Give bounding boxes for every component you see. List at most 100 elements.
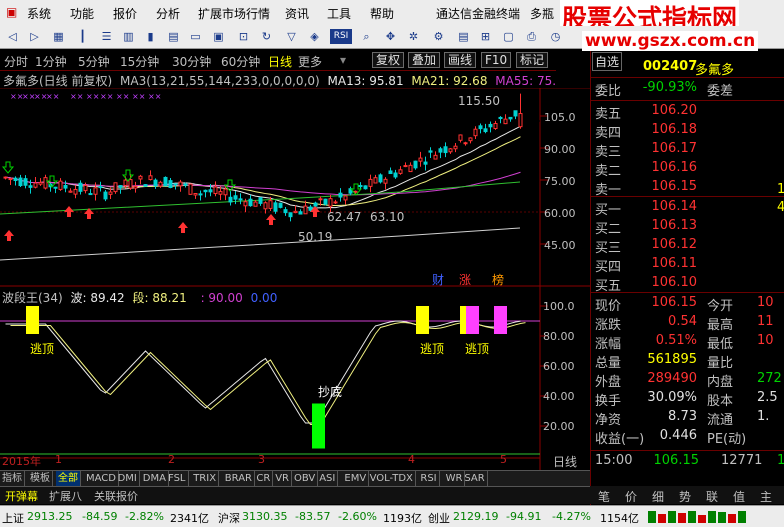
candle-body	[328, 198, 333, 207]
period-fenshi[interactable]: 分时	[4, 53, 28, 70]
period-more[interactable]: 更多	[298, 53, 322, 70]
layout-icon[interactable]: ▣	[210, 29, 227, 44]
candle-body	[448, 148, 453, 153]
annotation-high: 115.50	[458, 94, 500, 108]
overlay-button[interactable]: 叠加	[408, 52, 441, 68]
bid-row-1: 买一 106.14	[593, 199, 784, 218]
indicator-tab-10[interactable]: VR	[273, 471, 292, 486]
candle-body	[478, 125, 483, 130]
indicator-tab-8[interactable]: BRAR	[223, 471, 255, 486]
sheet-icon[interactable]: ▤	[455, 29, 472, 44]
window-icon[interactable]: ▢	[500, 29, 517, 44]
right-tab-3[interactable]: 势	[679, 488, 691, 505]
tag-cai[interactable]: 财	[432, 271, 444, 288]
forward-icon[interactable]: ▷	[26, 29, 43, 44]
indicator-tab-2[interactable]: 全部	[56, 471, 81, 486]
menu-tools[interactable]: 工具	[327, 5, 351, 22]
indicator-tab-15[interactable]: RSI	[418, 471, 440, 486]
gear-icon[interactable]: ⚙	[430, 29, 447, 44]
menu-extended-market[interactable]: 扩展市场行情	[198, 5, 270, 22]
indicator-tab-17[interactable]: SAR	[462, 471, 488, 486]
indicator-tab-1[interactable]: 模板	[28, 471, 53, 486]
right-tab-6[interactable]: 主	[760, 488, 772, 505]
period-15min[interactable]: 15分钟	[120, 53, 159, 70]
fuquan-button[interactable]: 复权	[372, 52, 405, 68]
indicator-tab-12[interactable]: ASI	[317, 471, 339, 486]
draw-line-button[interactable]: 画线	[444, 52, 477, 68]
indicator-tab-6[interactable]: FSL	[166, 471, 189, 486]
menu-help[interactable]: 帮助	[370, 5, 394, 22]
indicator-tab-4[interactable]: DMI	[116, 471, 140, 486]
top-marker-5: ××	[86, 92, 99, 101]
right-tab-1[interactable]: 价	[625, 488, 637, 505]
doc-icon[interactable]: ▭	[187, 29, 204, 44]
candle-body	[128, 179, 133, 189]
indicator-tab-14[interactable]: VOL-TDX	[368, 471, 416, 486]
indicator-tab-9[interactable]: CR	[254, 471, 274, 486]
right-tab-0[interactable]: 笔	[598, 488, 610, 505]
chart-grid-icon[interactable]: ▦	[50, 29, 67, 44]
top-marker-9: ××	[148, 92, 161, 101]
refresh-icon[interactable]: ↻	[258, 29, 275, 44]
menu-info[interactable]: 资讯	[285, 5, 309, 22]
dropdown-icon[interactable]: ▾	[340, 53, 346, 67]
menu-system[interactable]: 系统	[27, 5, 51, 22]
period-1min[interactable]: 1分钟	[35, 53, 67, 70]
ask-row-4: 卖四 106.18	[593, 122, 784, 141]
candlestick-icon[interactable]: ┃	[74, 29, 91, 44]
indicator-tabs: 指标 模板 全部 MACD DMI DMA FSL TRIX BRAR CR VR OBV ASI EMV…	[0, 470, 590, 486]
list-icon[interactable]: ☰	[98, 29, 115, 44]
indicator-tab-5[interactable]: DMA	[141, 471, 169, 486]
ma21-line	[5, 136, 521, 206]
right-tab-4[interactable]: 联	[706, 488, 718, 505]
candle-body	[278, 202, 283, 208]
indicator-tab-11[interactable]: OBV	[292, 471, 319, 486]
period-daily[interactable]: 日线	[268, 53, 292, 70]
menu-function[interactable]: 功能	[70, 5, 94, 22]
bar-chart-icon[interactable]: ▮	[142, 29, 159, 44]
top-marker-3: ××	[46, 92, 59, 101]
menu-quote[interactable]: 报价	[113, 5, 137, 22]
table-icon[interactable]: ▤	[165, 29, 182, 44]
stat-row-2-label2: 最低	[707, 337, 734, 352]
right-tab-2[interactable]: 细	[652, 488, 664, 505]
favorite-tag[interactable]: 自选	[592, 52, 623, 71]
indicator-tab-0[interactable]: 指标	[0, 471, 25, 486]
back-icon[interactable]: ◁	[4, 29, 21, 44]
indicator-tab-3[interactable]: MACD	[84, 471, 119, 486]
menu-analysis[interactable]: 分析	[156, 5, 180, 22]
period-bar: 分时 1分钟 5分钟 15分钟 30分钟 60分钟 日线 更多 ▾ 复权 叠加 …	[0, 50, 556, 71]
right-tab-5[interactable]: 值	[733, 488, 745, 505]
period-30min[interactable]: 30分钟	[172, 53, 211, 70]
period-60min[interactable]: 60分钟	[221, 53, 260, 70]
search-doc-icon[interactable]: ⊡	[235, 29, 252, 44]
candle-body	[418, 157, 423, 162]
tab-extend8[interactable]: 扩展八	[46, 488, 85, 504]
candle-body	[133, 185, 138, 189]
rsi-icon[interactable]: RSI	[330, 29, 352, 44]
search-icon[interactable]: ⌕	[358, 29, 375, 44]
kline-icon[interactable]: ▥	[120, 29, 137, 44]
f10-button[interactable]: F10	[481, 52, 512, 68]
analysis-icon[interactable]: ◈	[306, 29, 323, 44]
period-5min[interactable]: 5分钟	[78, 53, 110, 70]
indicator-tab-7[interactable]: TRIX	[191, 471, 220, 486]
filter-icon[interactable]: ▽	[283, 29, 300, 44]
alert-icon[interactable]: ◷	[547, 29, 564, 44]
print-icon[interactable]: ⎙	[523, 29, 540, 44]
candle-body	[73, 188, 78, 195]
ext-icon[interactable]: ⊞	[477, 29, 494, 44]
app-title-suffix: 多瓶	[530, 7, 555, 21]
nav-arrows-icon[interactable]: ✥	[382, 29, 399, 44]
buy-arrow-3	[178, 222, 188, 233]
x-tick-2015: 2015年	[2, 455, 41, 468]
tab-related-quote[interactable]: 关联报价	[91, 488, 141, 504]
mark-button[interactable]: 标记	[516, 52, 549, 68]
indicator-tab-13[interactable]: EMV	[342, 471, 370, 486]
tag-zhang[interactable]: 涨	[459, 271, 471, 288]
tab-danmu[interactable]: 开弹幕	[2, 488, 41, 504]
settings-icon[interactable]: ✲	[405, 29, 422, 44]
tag-bang[interactable]: 榜	[492, 271, 504, 288]
candle-body	[248, 198, 253, 207]
candle-body	[198, 193, 203, 196]
